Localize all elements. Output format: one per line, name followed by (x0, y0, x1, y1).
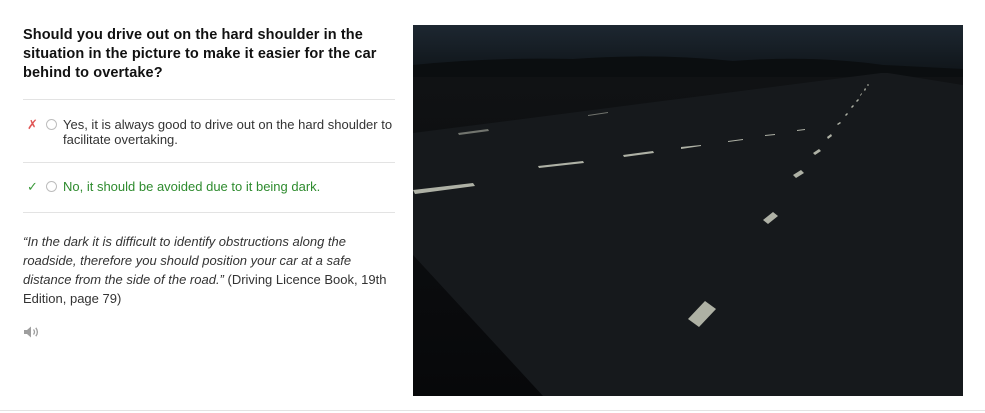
night-road-photo (413, 25, 963, 396)
answer-option-no-label: No, it should be avoided due to it being… (63, 179, 321, 194)
divider (23, 212, 395, 213)
question-text: Should you drive out on the hard shoulde… (23, 27, 377, 81)
radio-button-yes[interactable] (46, 119, 57, 130)
answer-option-yes[interactable]: ✗ Yes, it is always good to drive out on… (23, 100, 395, 162)
radio-button-no[interactable] (46, 181, 57, 192)
explanation: “In the dark it is difficult to identify… (23, 232, 395, 308)
question-panel: Should you drive out on the hard shoulde… (23, 26, 395, 344)
night-road-illustration (413, 25, 963, 396)
speaker-icon[interactable] (23, 325, 41, 339)
answer-option-yes-label: Yes, it is always good to drive out on t… (63, 117, 393, 147)
answer-option-no[interactable]: ✓ No, it should be avoided due to it bei… (23, 163, 395, 212)
check-icon: ✓ (27, 179, 38, 194)
cross-icon: ✗ (27, 117, 38, 132)
bottom-divider (0, 410, 985, 411)
